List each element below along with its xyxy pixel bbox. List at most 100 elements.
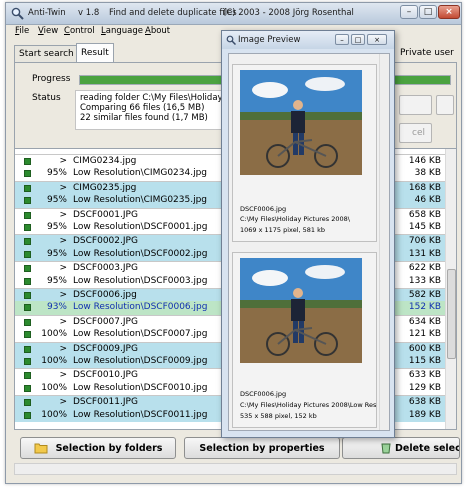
row-size: 658 KB — [408, 209, 441, 220]
selection-by-folders-label: Selection by folders — [55, 442, 163, 454]
row-size: 46 KB — [414, 195, 441, 206]
row-pct: 95% — [46, 168, 67, 179]
preview-filename: DSCF0006.jpg — [240, 205, 287, 213]
status-line: Comparing 66 files (16,5 MB) — [80, 103, 205, 113]
row-name: DSCF0002.JPG — [73, 236, 138, 247]
preview-maximize-button[interactable]: □ — [351, 34, 365, 45]
checkbox[interactable] — [24, 265, 31, 273]
selection-by-folders-button[interactable]: Selection by folders — [20, 437, 176, 459]
checkbox[interactable] — [24, 238, 31, 246]
checkbox[interactable] — [24, 411, 31, 419]
minimize-button[interactable]: – — [400, 5, 418, 19]
menu-view[interactable]: View — [38, 26, 58, 36]
checkbox[interactable] — [24, 184, 31, 192]
preview-photo-original — [240, 70, 362, 175]
checkbox[interactable] — [24, 170, 31, 178]
checkbox[interactable] — [24, 331, 31, 339]
cancel-button[interactable]: cel — [399, 123, 432, 143]
preview-title: Image Preview — [238, 35, 301, 45]
recycle-bin-icon — [381, 443, 391, 454]
row-size: 146 KB — [408, 156, 441, 166]
row-pct: > — [59, 316, 67, 327]
checkbox[interactable] — [24, 345, 31, 353]
app-name: Anti-Twin — [28, 8, 66, 18]
row-pct: > — [59, 182, 67, 193]
disabled-button[interactable] — [436, 95, 454, 115]
preview-minimize-button[interactable]: – — [335, 34, 349, 45]
row-pct: 100% — [41, 382, 67, 393]
preview-info: 1069 x 1175 pixel, 581 kb — [240, 226, 326, 234]
checkbox[interactable] — [24, 277, 31, 285]
checkbox[interactable] — [24, 250, 31, 258]
list-scrollbar[interactable] — [445, 149, 456, 429]
preview-panel-original: DSCF0006.jpg C:\My Files\Holiday Picture… — [232, 64, 377, 242]
row-pct: > — [59, 343, 67, 354]
row-pct: 95% — [46, 275, 67, 286]
row-pct: 100% — [41, 329, 67, 340]
row-pct: > — [59, 397, 67, 408]
checkbox[interactable] — [24, 197, 31, 205]
row-size: 706 KB — [408, 236, 441, 247]
magnifier-icon — [226, 35, 236, 45]
horizontal-scrollbar[interactable] — [14, 463, 457, 475]
preview-scrollbar[interactable] — [379, 54, 389, 430]
row-pct: 95% — [46, 222, 67, 232]
row-size: 600 KB — [408, 343, 441, 354]
row-size: 168 KB — [408, 182, 441, 193]
progress-label: Progress — [32, 74, 71, 84]
preview-info: 535 x 588 pixel, 152 kb — [240, 412, 317, 420]
row-pct: 95% — [46, 248, 67, 259]
checkbox[interactable] — [24, 318, 31, 326]
row-name: DSCF0010.JPG — [73, 370, 138, 381]
menu-file[interactable]: File — [15, 26, 29, 36]
delete-selected-label: Delete selec — [395, 442, 460, 454]
checkbox[interactable] — [24, 384, 31, 392]
selection-by-properties-button[interactable]: Selection by properties — [184, 437, 340, 459]
checkbox[interactable] — [24, 158, 31, 165]
row-name: Low Resolution\DSCF0009.jpg — [73, 356, 208, 366]
checkbox[interactable] — [24, 358, 31, 365]
checkbox[interactable] — [24, 372, 31, 380]
row-name: Low Resolution\DSCF0011.jpg — [73, 409, 208, 420]
preview-filename: DSCF0006.jpg — [240, 390, 287, 398]
checkbox[interactable] — [24, 399, 31, 407]
maximize-button[interactable]: □ — [419, 5, 437, 19]
tab-start-search[interactable]: Start search — [14, 45, 79, 63]
row-name: DSCF0003.JPG — [73, 263, 138, 274]
preview-close-button[interactable]: × — [367, 34, 387, 45]
menu-control[interactable]: Control — [64, 26, 95, 36]
checkbox[interactable] — [24, 224, 31, 231]
checkbox[interactable] — [24, 292, 31, 299]
disabled-button[interactable] — [399, 95, 432, 115]
menu-about[interactable]: About — [145, 26, 170, 36]
status-line: 22 similar files found (1,7 MB) — [80, 113, 208, 123]
list-scrollbar-thumb[interactable] — [447, 269, 456, 359]
status-label: Status — [32, 93, 61, 103]
title-bar[interactable]: Anti-Twin v 1.8 Find and delete duplicat… — [6, 3, 461, 25]
preview-photo-duplicate — [240, 258, 362, 363]
row-name: Low Resolution\DSCF0002.jpg — [73, 248, 208, 259]
row-name: CIMG0235.jpg — [73, 182, 137, 193]
row-size: 582 KB — [408, 290, 441, 300]
app-copyright: (C) 2003 - 2008 Jörg Rosenthal — [223, 8, 354, 18]
checkbox[interactable] — [24, 211, 31, 219]
selection-by-properties-label: Selection by properties — [199, 442, 325, 454]
tab-private-user[interactable]: Private user — [396, 45, 458, 63]
preview-panel-duplicate: DSCF0006.jpg C:\My Files\Holiday Picture… — [232, 252, 377, 428]
row-name: DSCF0011.JPG — [73, 397, 138, 408]
row-size: 131 KB — [408, 248, 441, 259]
delete-selected-button[interactable]: Delete selec — [342, 437, 460, 459]
row-size: 633 KB — [408, 370, 441, 381]
row-pct: > — [59, 263, 67, 274]
row-size: 622 KB — [408, 263, 441, 274]
menu-language[interactable]: Language — [101, 26, 143, 36]
preview-title-bar[interactable]: Image Preview – □ × — [222, 31, 394, 49]
row-name: Low Resolution\CIMG0235.jpg — [73, 195, 208, 206]
row-name: Low Resolution\DSCF0006.jpg — [73, 302, 208, 313]
row-name: Low Resolution\DSCF0007.jpg — [73, 329, 208, 340]
folder-icon — [34, 443, 48, 454]
close-button[interactable]: × — [438, 5, 460, 19]
checkbox[interactable] — [24, 304, 31, 312]
row-size: 38 KB — [414, 168, 441, 179]
tab-result[interactable]: Result — [76, 43, 114, 63]
